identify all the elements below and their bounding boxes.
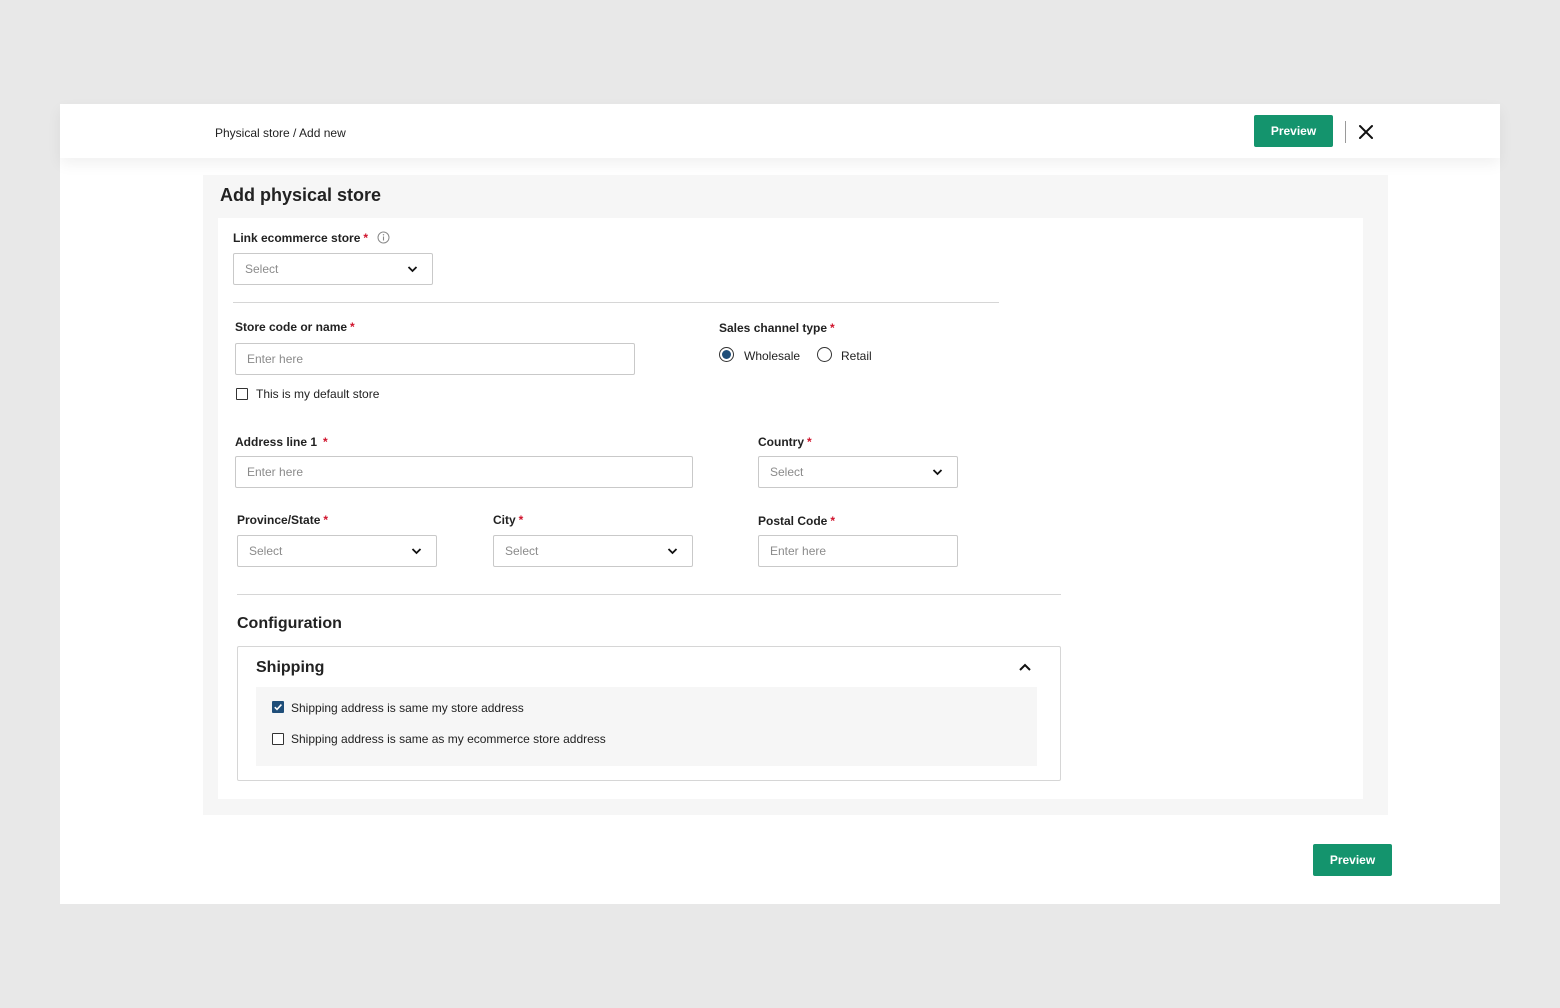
configuration-title: Configuration xyxy=(237,615,342,632)
breadcrumb[interactable]: Physical store / Add new xyxy=(215,126,346,140)
divider xyxy=(233,302,999,303)
city-label: City * xyxy=(493,513,523,527)
radio-retail-label: Retail xyxy=(841,349,872,363)
sales-channel-label: Sales channel type * xyxy=(719,321,835,335)
top-bar: Physical store / Add new Preview xyxy=(60,104,1500,158)
link-store-label-text: Link ecommerce store xyxy=(233,231,361,246)
preview-button-bottom[interactable]: Preview xyxy=(1313,844,1392,876)
postal-placeholder: Enter here xyxy=(770,544,827,558)
required-mark: * xyxy=(830,321,835,335)
store-code-input[interactable]: Enter here xyxy=(235,343,635,375)
radio-wholesale-label: Wholesale xyxy=(744,349,801,363)
app-window: Physical store / Add new Preview Add phy… xyxy=(60,104,1500,904)
shipping-options-box: Shipping address is same my store addres… xyxy=(256,687,1037,766)
preview-button-top[interactable]: Preview xyxy=(1254,115,1333,147)
chevron-down-icon xyxy=(932,469,943,476)
chevron-down-icon xyxy=(407,266,418,273)
country-placeholder: Select xyxy=(770,465,804,479)
city-select[interactable]: Select xyxy=(493,535,693,567)
check-icon xyxy=(274,704,282,711)
shipping-same-store-label: Shipping address is same my store addres… xyxy=(291,701,524,715)
chevron-down-icon xyxy=(411,548,422,555)
page-title: Add physical store xyxy=(220,185,382,205)
required-mark: * xyxy=(830,514,836,528)
store-code-label-text: Store code or name xyxy=(235,320,348,334)
postal-label-text: Postal Code xyxy=(758,514,828,528)
shipping-title[interactable]: Shipping xyxy=(256,659,324,677)
address1-label-text: Address line 1 xyxy=(235,435,318,449)
radio-retail[interactable] xyxy=(817,347,832,362)
link-store-label: Link ecommerce store * xyxy=(233,231,390,247)
store-code-label: Store code or name * xyxy=(235,320,355,334)
shipping-same-ecommerce-checkbox[interactable] xyxy=(272,733,284,745)
postal-label: Postal Code * xyxy=(758,514,835,528)
link-store-placeholder: Select xyxy=(245,262,279,276)
chevron-down-icon xyxy=(667,548,678,555)
sales-channel-label-text: Sales channel type xyxy=(719,321,828,335)
radio-wholesale[interactable] xyxy=(719,347,734,362)
required-mark: * xyxy=(350,320,355,334)
required-mark: * xyxy=(323,435,328,449)
postal-input[interactable]: Enter here xyxy=(758,535,958,567)
shipping-accordion: Shipping Shipping address is same my sto… xyxy=(237,646,1061,781)
shipping-same-ecommerce-label: Shipping address is same as my ecommerce… xyxy=(291,732,606,746)
info-icon[interactable] xyxy=(377,231,390,247)
province-placeholder: Select xyxy=(249,544,283,558)
province-label-text: Province/State xyxy=(237,513,321,527)
divider xyxy=(237,594,1061,595)
required-mark: * xyxy=(363,231,369,246)
address1-input[interactable]: Enter here xyxy=(235,456,693,488)
form-card: Link ecommerce store * Select Store code … xyxy=(218,218,1363,799)
country-select[interactable]: Select xyxy=(758,456,958,488)
default-store-label: This is my default store xyxy=(256,387,380,401)
country-label-text: Country xyxy=(758,435,804,449)
country-label: Country * xyxy=(758,435,812,449)
required-mark: * xyxy=(807,435,812,449)
store-code-placeholder: Enter here xyxy=(247,352,304,366)
vertical-divider xyxy=(1345,121,1346,143)
required-mark: * xyxy=(518,513,524,527)
city-placeholder: Select xyxy=(505,544,539,558)
chevron-up-icon[interactable] xyxy=(1018,661,1032,673)
form-panel: Add physical store Link ecommerce store *… xyxy=(203,175,1388,815)
close-icon[interactable] xyxy=(1356,122,1376,142)
default-store-checkbox[interactable] xyxy=(236,388,248,400)
province-label: Province/State * xyxy=(237,513,328,527)
province-select[interactable]: Select xyxy=(237,535,437,567)
shipping-same-store-checkbox[interactable] xyxy=(272,701,284,713)
address1-label: Address line 1 * xyxy=(235,435,328,449)
city-label-text: City xyxy=(493,513,516,527)
link-store-select[interactable]: Select xyxy=(233,253,433,285)
required-mark: * xyxy=(323,513,329,527)
address1-placeholder: Enter here xyxy=(247,465,304,479)
